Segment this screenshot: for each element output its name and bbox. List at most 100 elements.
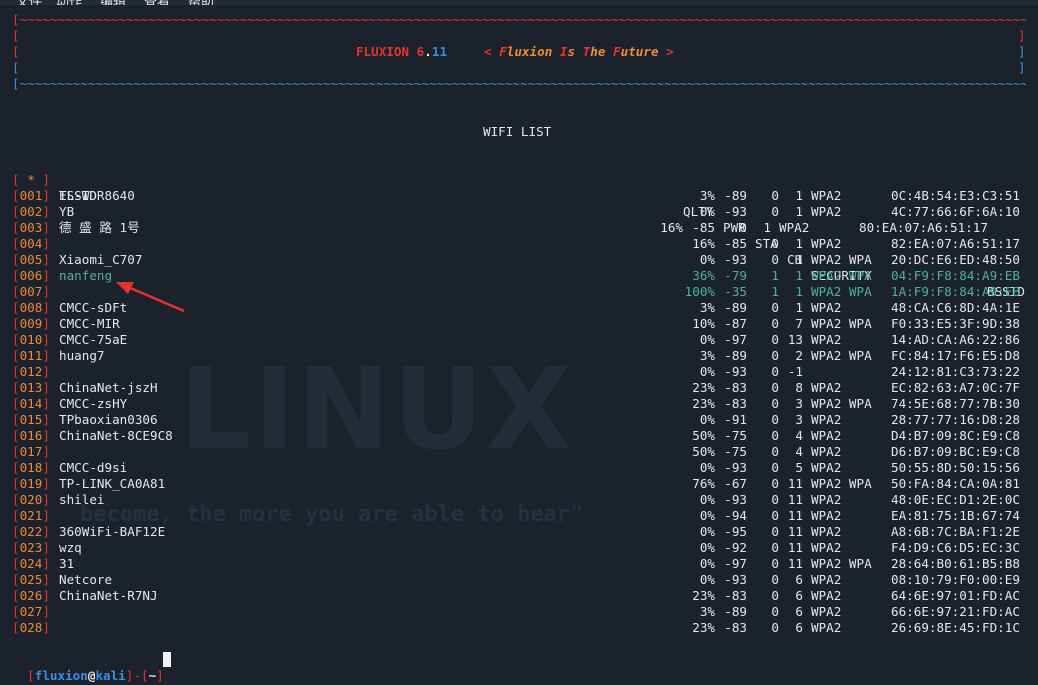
row-index: [021] xyxy=(12,508,50,523)
row-sta: 0 xyxy=(771,204,779,219)
wifi-row[interactable]: [014] CMCC-zsHY 23% -83 0 3 WPA2 WPA 74:5E:68:7… xyxy=(0,396,1038,412)
row-index: [023] xyxy=(12,540,50,555)
row-sta: 0 xyxy=(771,540,779,555)
row-index: [002] xyxy=(12,204,50,219)
menu-action[interactable]: 动作 xyxy=(56,0,82,5)
wifi-row[interactable]: [012] 0% -93 0 -1 24:12:81:C3:73:22 xyxy=(0,364,1038,380)
row-pwr: -95 xyxy=(724,524,747,539)
row-bssid: F4:D9:C6:D5:EC:3C xyxy=(891,540,1020,555)
wifi-row[interactable]: [026] ChinaNet-R7NJ 23% -83 0 6 WPA2 64:6E:97:0… xyxy=(0,588,1038,604)
row-pwr: -93 xyxy=(724,492,747,507)
wifi-row[interactable]: [015] TPbaoxian0306 0% -91 0 3 WPA2 28:77:77:16… xyxy=(0,412,1038,428)
row-pwr: -75 xyxy=(724,444,747,459)
row-pwr: -93 xyxy=(724,460,747,475)
row-bssid: D6:B7:09:BC:E9:C8 xyxy=(891,444,1020,459)
row-pwr: -93 xyxy=(724,252,747,267)
wifi-row[interactable]: [019] TP-LINK_CA0A81 76% -67 0 11 WPA2 WPA 50:F… xyxy=(0,476,1038,492)
row-security: WPA2 WPA xyxy=(811,348,872,363)
row-pwr: -89 xyxy=(724,604,747,619)
row-bssid: 82:EA:07:A6:51:17 xyxy=(891,236,1020,251)
row-index: [022] xyxy=(12,524,50,539)
row-essid: ChinaNet-8CE9C8 xyxy=(59,428,173,443)
row-sta: 0 xyxy=(771,460,779,475)
wifi-row[interactable]: [023] wzq 0% -92 0 11 WPA2 F4:D9:C6:D5:EC:3C xyxy=(0,540,1038,556)
row-bssid: 4C:77:66:6F:6A:10 xyxy=(891,204,1020,219)
wifi-row[interactable]: [013] ChinaNet-jszH 23% -83 0 8 WPA2 EC:82:63:A… xyxy=(0,380,1038,396)
row-qlty: 0% xyxy=(699,412,715,427)
banner-title: FLUXION 6.11 xyxy=(356,44,447,60)
row-security: WPA2 xyxy=(811,540,842,555)
row-bssid: 80:EA:07:A6:51:17 xyxy=(859,220,988,235)
row-pwr: -87 xyxy=(724,316,747,331)
wifi-row[interactable]: [001] TL-WDR8640 3% -89 0 1 WPA2 0C:4B:54:E3:C3… xyxy=(0,188,1038,204)
row-security: WPA2 xyxy=(811,508,842,523)
row-qlty: 0% xyxy=(699,540,715,555)
row-sta: 0 xyxy=(771,412,779,427)
row-index: [013] xyxy=(12,380,50,395)
menu-edit[interactable]: 编辑 xyxy=(100,0,126,5)
tag-word: luxion xyxy=(506,44,553,59)
wifi-row[interactable]: [018] CMCC-d9si 0% -93 0 5 WPA2 50:55:8D:50:15:… xyxy=(0,460,1038,476)
row-ch: -1 xyxy=(787,364,803,379)
row-index: [027] xyxy=(12,604,50,619)
wifi-row[interactable]: [022] 360WiFi-BAF12E 0% -95 0 11 WPA2 A8:6B:7C:… xyxy=(0,524,1038,540)
row-bssid: 26:69:8E:45:FD:1C xyxy=(891,620,1020,635)
row-security: WPA2 WPA xyxy=(811,252,872,267)
wifi-row[interactable]: [016] ChinaNet-8CE9C8 50% -75 0 4 WPA2 D4:B7:09… xyxy=(0,428,1038,444)
row-essid: 31 xyxy=(59,556,75,571)
row-sta: 0 xyxy=(771,508,779,523)
wifi-row[interactable]: [024] 31 0% -97 0 11 WPA2 WPA 28:64:B0:61:B5:B8 xyxy=(0,556,1038,572)
banner-right-bracket: ] xyxy=(1018,28,1026,43)
row-bssid: F0:33:E5:3F:9D:38 xyxy=(891,316,1020,331)
wifi-row[interactable]: [010] CMCC-75aE 0% -97 0 13 WPA2 14:AD:CA:A6:22… xyxy=(0,332,1038,348)
row-index: [009] xyxy=(12,316,50,331)
tag-word: he xyxy=(590,44,606,59)
banner-border-top: [~~~~~~~~~~~~~~~~~~~~~~~~~~~~~~~~~~~~~~~… xyxy=(12,12,1026,27)
row-pwr: -93 xyxy=(724,204,747,219)
row-qlty: 0% xyxy=(699,204,715,219)
row-sta: 0 xyxy=(771,316,779,331)
row-essid: CMCC-75aE xyxy=(59,332,128,347)
wifi-row[interactable]: [005] Xiaomi_C707 0% -93 0 1 WPA2 WPA 20:DC:E6:… xyxy=(0,252,1038,268)
wifi-row[interactable]: [002] YB 0% -93 0 1 WPA2 4C:77:66:6F:6A:10 xyxy=(0,204,1038,220)
row-sta: 0 xyxy=(771,300,779,315)
row-qlty: 0% xyxy=(699,332,715,347)
wifi-row[interactable]: [025] Netcore 0% -93 0 6 WPA2 08:10:79:F0:00:E9 xyxy=(0,572,1038,588)
wifi-row[interactable]: [021] 0% -94 0 11 WPA2 EA:81:75:1B:67:74 xyxy=(0,508,1038,524)
wifi-row[interactable]: [011] huang7 3% -89 0 2 WPA2 WPA FC:84:17:F6:E5… xyxy=(0,348,1038,364)
row-sta: 0 xyxy=(771,236,779,251)
tag-word: uture xyxy=(620,44,659,59)
table-header: [ * ] ESSID QLTY PWR STA CH SECURITY BSS… xyxy=(12,172,1025,299)
wifi-row[interactable]: [004] 16% -85 0 1 WPA2 82:EA:07:A6:51:17 xyxy=(0,236,1038,252)
row-essid: Netcore xyxy=(59,572,113,587)
row-pwr: -35 xyxy=(724,284,747,299)
wifi-row[interactable]: [020] shilei 0% -93 0 11 WPA2 48:0E:EC:D1:2E:0C xyxy=(0,492,1038,508)
row-sta: 0 xyxy=(771,188,779,203)
wifi-row[interactable]: [028] 23% -83 0 6 WPA2 26:69:8E:45:FD:1C xyxy=(0,620,1038,636)
wifi-row[interactable]: [017] 50% -75 0 4 WPA2 D6:B7:09:BC:E9:C8 xyxy=(0,444,1038,460)
row-sta: 0 xyxy=(771,524,779,539)
row-bssid: 64:6E:97:01:FD:AC xyxy=(891,588,1020,603)
row-ch: 6 xyxy=(795,588,803,603)
row-pwr: -85 xyxy=(692,220,715,235)
wifi-row[interactable]: [009] CMCC-MIR 10% -87 0 7 WPA2 WPA F0:33:E5:3F… xyxy=(0,316,1038,332)
row-sta: 0 xyxy=(771,620,779,635)
menu-view[interactable]: 查看 xyxy=(144,0,170,5)
row-security: WPA2 xyxy=(811,428,842,443)
row-ch: 1 xyxy=(795,236,803,251)
row-pwr: -67 xyxy=(724,476,747,491)
menu-help[interactable]: 帮助 xyxy=(188,0,214,5)
wifi-row[interactable]: [003] 德 盛 路 1号 16% -85 0 1 WPA2 80:EA:07:A6:51:… xyxy=(0,220,1038,236)
row-essid: TPbaoxian0306 xyxy=(59,412,158,427)
terminal-cursor[interactable] xyxy=(163,652,171,667)
wifi-row[interactable]: [027] 3% -89 0 6 WPA2 66:6E:97:21:FD:AC xyxy=(0,604,1038,620)
row-qlty: 0% xyxy=(699,364,715,379)
banner-right-bracket: ] xyxy=(1018,60,1026,75)
menu-file[interactable]: 文件 xyxy=(16,0,42,5)
row-essid: Xiaomi_C707 xyxy=(59,252,143,267)
tag-word: s xyxy=(567,44,576,59)
row-ch: 1 xyxy=(795,204,803,219)
row-ch: 1 xyxy=(795,188,803,203)
row-bssid: EC:82:63:A7:0C:7F xyxy=(891,380,1020,395)
row-index: [010] xyxy=(12,332,50,347)
